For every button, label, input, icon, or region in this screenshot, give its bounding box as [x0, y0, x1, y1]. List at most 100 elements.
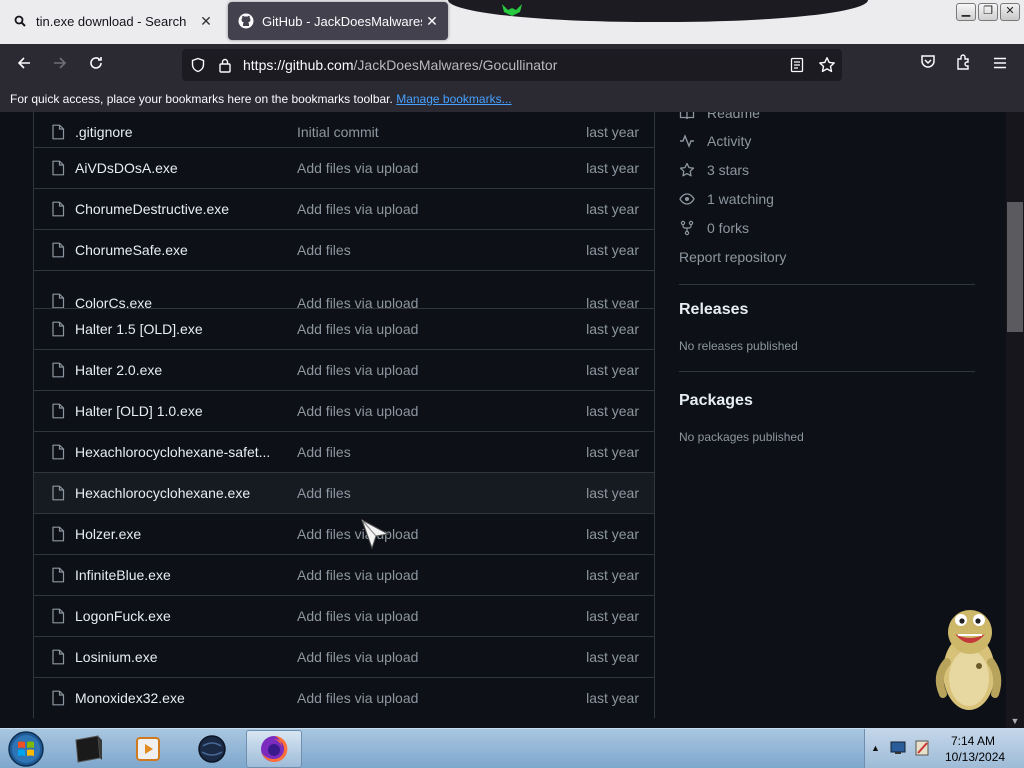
packages-heading[interactable]: Packages	[679, 392, 753, 410]
page-scrollbar[interactable]: ▼	[1006, 112, 1024, 728]
table-row[interactable]: Monoxidex32.exe Add files via upload last …	[34, 677, 654, 718]
file-name-link[interactable]: Losinium.exe	[75, 649, 158, 665]
tab-search[interactable]: tin.exe download - Search ✕	[2, 2, 222, 40]
url-host: https://github.com	[243, 57, 354, 73]
taskbar-app-media-player[interactable]	[120, 730, 176, 768]
file-name-link[interactable]: Halter 1.5 [OLD].exe	[75, 321, 203, 337]
commit-message-link[interactable]: Add files via upload	[297, 403, 418, 419]
file-name-link[interactable]: ChorumeSafe.exe	[75, 242, 188, 258]
file-name-link[interactable]: Halter [OLD] 1.0.exe	[75, 403, 203, 419]
commit-message-link[interactable]: Initial commit	[297, 124, 379, 140]
file-name-link[interactable]: AiVDsDOsA.exe	[75, 160, 178, 176]
file-name-link[interactable]: .gitignore	[75, 124, 133, 140]
table-row[interactable]: AiVDsDOsA.exe Add files via upload last ye…	[34, 147, 654, 188]
table-row[interactable]: ColorCs.exe Add files via upload last year	[34, 270, 654, 308]
commit-message-link[interactable]: Add files via upload	[297, 295, 418, 308]
activity-link[interactable]: Activity	[679, 131, 751, 151]
extensions-button[interactable]	[952, 53, 976, 77]
url-text[interactable]: https://github.com/JackDoesMalwares/Gocu…	[243, 57, 557, 73]
back-button[interactable]	[12, 53, 36, 77]
pocket-button[interactable]	[916, 53, 940, 77]
file-icon	[51, 242, 65, 258]
watching-link[interactable]: 1 watching	[679, 189, 774, 209]
commit-message-link[interactable]: Add files via upload	[297, 649, 418, 665]
file-icon	[51, 649, 65, 665]
commit-message-link[interactable]: Add files via upload	[297, 201, 418, 217]
table-row[interactable]: Halter 1.5 [OLD].exe Add files via upload…	[34, 308, 654, 349]
commit-message-link[interactable]: Add files	[297, 485, 351, 501]
app-menu-button[interactable]	[988, 53, 1012, 77]
show-hidden-icons-arrow[interactable]: ▲	[871, 743, 880, 753]
commit-message-link[interactable]: Add files	[297, 444, 351, 460]
stars-link[interactable]: 3 stars	[679, 160, 749, 180]
file-name-link[interactable]: Monoxidex32.exe	[75, 690, 185, 706]
table-row[interactable]: Halter 2.0.exe Add files via upload last y…	[34, 349, 654, 390]
file-icon	[51, 608, 65, 624]
scrollbar-thumb[interactable]	[1007, 202, 1023, 332]
file-name-link[interactable]: Holzer.exe	[75, 526, 141, 542]
file-name-link[interactable]: Hexachlorocyclohexane-safet...	[75, 444, 270, 460]
releases-heading[interactable]: Releases	[679, 301, 748, 319]
address-bar[interactable]: https://github.com/JackDoesMalwares/Gocu…	[182, 49, 842, 81]
window-controls: ▁ ❐ ✕	[956, 3, 1020, 21]
releases-empty-text: No releases published	[679, 339, 798, 353]
table-row[interactable]: Halter [OLD] 1.0.exe Add files via upload…	[34, 390, 654, 431]
forks-link[interactable]: 0 forks	[679, 218, 749, 238]
commit-message-link[interactable]: Add files via upload	[297, 567, 418, 583]
start-button[interactable]	[6, 730, 46, 768]
shield-icon[interactable]	[190, 57, 206, 73]
lock-icon[interactable]	[218, 57, 232, 73]
taskbar-app-firefox[interactable]	[246, 730, 302, 768]
minimize-button[interactable]: ▁	[956, 3, 976, 21]
table-row[interactable]: ChorumeDestructive.exe Add files via uplo…	[34, 188, 654, 229]
forward-button[interactable]	[48, 53, 72, 77]
commit-message-link[interactable]: Add files via upload	[297, 160, 418, 176]
table-row[interactable]: LogonFuck.exe Add files via upload last ye…	[34, 595, 654, 636]
table-row[interactable]: InfiniteBlue.exe Add files via upload last…	[34, 554, 654, 595]
table-row[interactable]: ChorumeSafe.exe Add files last year	[34, 229, 654, 270]
readme-link[interactable]: Readme	[679, 112, 760, 123]
taskbar-app-globe[interactable]	[184, 730, 240, 768]
close-tab-icon[interactable]: ✕	[422, 13, 442, 30]
clock-time[interactable]: 7:14 AM	[951, 734, 995, 748]
file-name-link[interactable]: Halter 2.0.exe	[75, 362, 162, 378]
commit-message-link[interactable]: Add files via upload	[297, 690, 418, 706]
table-row[interactable]: Hexachlorocyclohexane.exe Add files last y…	[34, 472, 654, 513]
bookmark-star-icon[interactable]	[818, 56, 836, 74]
table-row[interactable]: Losinium.exe Add files via upload last yea…	[34, 636, 654, 677]
screen: tin.exe download - Search ✕ GitHub - Jac…	[0, 0, 1024, 768]
table-row[interactable]: Hexachlorocyclohexane-safet... Add files l…	[34, 431, 654, 472]
commit-message-link[interactable]: Add files via upload	[297, 362, 418, 378]
commit-message-link[interactable]: Add files	[297, 242, 351, 258]
file-name-link[interactable]: ColorCs.exe	[75, 295, 152, 308]
commit-date: last year	[586, 201, 639, 217]
puzzle-icon	[957, 54, 969, 70]
manage-bookmarks-link[interactable]: Manage bookmarks...	[396, 92, 511, 106]
firefox-icon	[261, 735, 288, 762]
file-name-link[interactable]: ChorumeDestructive.exe	[75, 201, 229, 217]
close-tab-icon[interactable]: ✕	[196, 13, 216, 30]
taskbar-app-terminal[interactable]	[60, 730, 116, 768]
file-name-link[interactable]: LogonFuck.exe	[75, 608, 171, 624]
file-name-link[interactable]: InfiniteBlue.exe	[75, 567, 171, 583]
file-icon	[51, 690, 65, 706]
file-icon	[51, 526, 65, 542]
report-repository-link[interactable]: Report repository	[679, 247, 786, 267]
github-icon	[238, 13, 254, 29]
network-icon[interactable]	[889, 739, 907, 757]
security-alert-icon[interactable]	[913, 739, 931, 757]
clock-date[interactable]: 10/13/2024	[945, 750, 1005, 764]
table-row[interactable]: .gitignore Initial commit last year	[34, 112, 654, 147]
close-window-button[interactable]: ✕	[1000, 3, 1020, 21]
tab-github[interactable]: GitHub - JackDoesMalwares/Go ✕	[228, 2, 448, 40]
sidebar-divider	[679, 284, 975, 285]
commit-message-link[interactable]: Add files via upload	[297, 608, 418, 624]
reader-view-icon[interactable]	[790, 57, 804, 73]
reload-button[interactable]	[84, 53, 108, 77]
maximize-button[interactable]: ❐	[978, 3, 998, 21]
table-row[interactable]: Holzer.exe Add files via upload last year	[34, 513, 654, 554]
commit-message-link[interactable]: Add files via upload	[297, 321, 418, 337]
scroll-down-arrow-icon[interactable]: ▼	[1010, 716, 1020, 726]
file-name-link[interactable]: Hexachlorocyclohexane.exe	[75, 485, 250, 501]
file-icon	[51, 160, 65, 176]
